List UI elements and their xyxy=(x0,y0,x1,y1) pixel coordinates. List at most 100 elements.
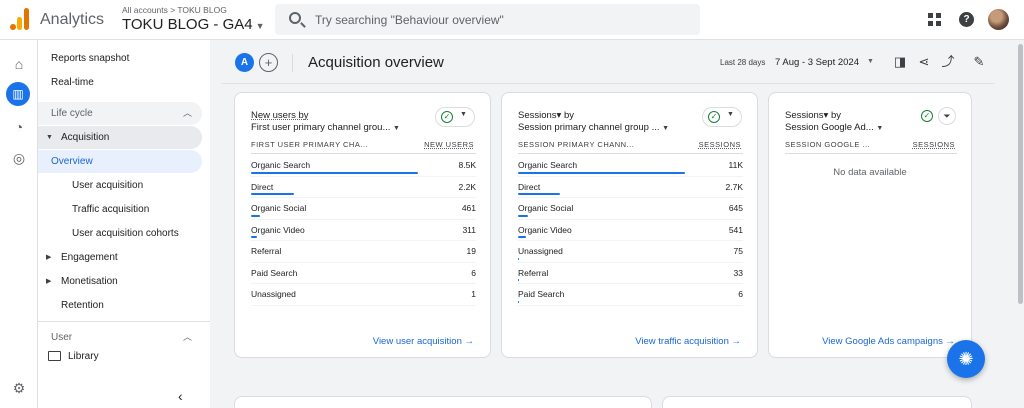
card-metric-selector[interactable]: New users by xyxy=(251,110,309,121)
row-bar xyxy=(518,300,519,303)
row-label: Organic Search xyxy=(251,160,311,170)
insights-assistant-button[interactable]: ✺ xyxy=(947,340,985,378)
card-new-users: New users by First user primary channel … xyxy=(234,92,491,358)
breadcrumb[interactable]: All accounts > TOKU BLOG xyxy=(122,5,227,15)
caret-down-icon[interactable]: ▼ xyxy=(867,58,874,65)
nav-retention[interactable]: Retention xyxy=(38,294,202,317)
table-row[interactable]: Organic Search 11K xyxy=(518,155,743,177)
row-label: Organic Social xyxy=(251,203,307,213)
card-sessions-channel: Sessions▾ by Session primary channel gro… xyxy=(501,92,758,358)
column-header-metric[interactable]: SESSIONS xyxy=(913,140,955,149)
collapse-nav-icon[interactable]: ‹ xyxy=(178,388,183,404)
table-row[interactable]: Referral 19 xyxy=(251,241,476,263)
view-user-acquisition-link[interactable]: View user acquisition → xyxy=(373,336,474,347)
card-status-chip[interactable]: ✓ ▼ xyxy=(435,107,475,127)
row-bar xyxy=(251,236,258,238)
card-status-chip[interactable]: ✓ xyxy=(916,107,936,127)
share-icon[interactable]: ⋖ xyxy=(916,54,932,70)
search-input[interactable] xyxy=(315,11,685,28)
row-label: Organic Search xyxy=(518,160,578,170)
nav-reports-snapshot[interactable]: Reports snapshot xyxy=(38,47,202,70)
search-bar[interactable] xyxy=(275,4,700,35)
nav-library[interactable]: Library xyxy=(38,345,202,368)
nav-engagement[interactable]: ▶ Engagement xyxy=(38,246,202,269)
caret-down-icon: ▼ xyxy=(460,111,467,118)
row-value: 645 xyxy=(728,203,743,213)
filter-icon[interactable]: ⏷ xyxy=(938,107,956,125)
left-rail: ⌂ ▥ ◔ ◎ ⚙ xyxy=(0,40,38,408)
row-bar xyxy=(251,193,295,195)
row-bar xyxy=(518,193,560,195)
view-traffic-acquisition-link[interactable]: View traffic acquisition → xyxy=(635,336,741,347)
table-row[interactable]: Organic Social 461 xyxy=(251,198,476,220)
caret-down-icon: ▼ xyxy=(727,111,734,118)
nav-group-life-cycle[interactable]: Life cycle ︿ xyxy=(38,102,202,125)
table-row[interactable]: Direct 2.7K xyxy=(518,177,744,198)
table-row[interactable]: Organic Video 311 xyxy=(251,220,476,241)
card-metric-selector[interactable]: Sessions▾ by xyxy=(518,110,574,121)
home-icon[interactable]: ⌂ xyxy=(9,54,29,74)
row-label: Unassigned xyxy=(518,246,563,256)
divider xyxy=(292,54,293,72)
card-status-chip[interactable]: ✓ ▼ xyxy=(702,107,742,127)
date-range-picker[interactable]: 7 Aug - 3 Sept 2024 xyxy=(775,57,859,68)
table-row[interactable]: Unassigned 75 xyxy=(518,241,743,263)
nav-divider xyxy=(38,321,210,322)
row-label: Direct xyxy=(518,181,541,192)
column-header-dimension: SESSION GOOGLE ... xyxy=(785,140,871,149)
triangle-right-icon: ▶ xyxy=(46,254,52,261)
card-dimension-selector[interactable]: First user primary channel grou... ▼ xyxy=(251,122,400,133)
advertising-icon[interactable]: ◎ xyxy=(9,148,29,168)
column-header-metric[interactable]: NEW USERS xyxy=(424,140,474,149)
explore-icon[interactable]: ◔ xyxy=(9,117,29,137)
nav-overview[interactable]: Overview xyxy=(38,150,202,173)
row-value: 6 xyxy=(738,289,743,299)
nav-traffic-acquisition[interactable]: Traffic acquisition xyxy=(38,198,202,221)
table-row[interactable]: Paid Search 6 xyxy=(251,263,476,284)
table-row[interactable]: Organic Video 541 xyxy=(518,220,743,241)
caret-down-icon: ▼ xyxy=(255,21,265,31)
analytics-logo-icon[interactable] xyxy=(10,8,30,30)
reports-icon[interactable]: ▥ xyxy=(6,82,30,106)
table-row[interactable]: Direct 2.2K xyxy=(251,177,476,198)
nav-real-time[interactable]: Real-time xyxy=(38,71,202,94)
view-google-ads-campaigns-link[interactable]: View Google Ads campaigns → xyxy=(822,336,955,347)
row-value: 541 xyxy=(728,224,743,235)
row-value: 6 xyxy=(471,267,476,278)
property-selector[interactable]: TOKU BLOG - GA4 ▼ xyxy=(122,16,265,33)
insights-icon[interactable]: ⤴ xyxy=(940,54,956,70)
row-label: Unassigned xyxy=(251,289,296,299)
add-comparison-icon[interactable]: + xyxy=(259,53,278,72)
content-header: A + Acquisition overview Last 28 days 7 … xyxy=(222,44,994,84)
edit-pencil-icon[interactable]: ✎ xyxy=(971,54,987,70)
row-value: 2.7K xyxy=(725,181,744,192)
nav-user-acquisition-cohorts[interactable]: User acquisition cohorts xyxy=(38,222,202,245)
settings-gear-icon[interactable]: ⚙ xyxy=(9,378,29,398)
card-next-left xyxy=(234,396,652,408)
card-dimension-selector[interactable]: Session Google Ad... ▼ xyxy=(785,122,883,133)
row-value: 461 xyxy=(461,203,476,213)
column-header-dimension: FIRST USER PRIMARY CHA... xyxy=(251,140,369,149)
table-row[interactable]: Unassigned 1 xyxy=(251,284,476,306)
triangle-down-icon: ▼ xyxy=(46,134,53,141)
table-row[interactable]: Referral 33 xyxy=(518,263,743,284)
table-row[interactable]: Paid Search 6 xyxy=(518,284,743,306)
table-row[interactable]: Organic Search 8.5K xyxy=(251,155,476,177)
nav-acquisition[interactable]: ▼ Acquisition xyxy=(38,126,202,149)
avatar[interactable] xyxy=(988,9,1009,30)
reports-nav: Reports snapshot Real-time Life cycle ︿ ▼… xyxy=(38,40,210,408)
scrollbar[interactable] xyxy=(1018,44,1023,304)
customize-columns-icon[interactable]: ◨ xyxy=(892,54,908,70)
column-header-metric[interactable]: SESSIONS xyxy=(699,140,741,149)
chevron-up-icon: ︿ xyxy=(182,108,192,118)
apps-grid-icon[interactable] xyxy=(928,13,941,26)
card-metric-selector[interactable]: Sessions▾ by xyxy=(785,110,841,121)
nav-user-acquisition[interactable]: User acquisition xyxy=(38,174,202,197)
row-value: 75 xyxy=(733,246,743,256)
comparison-chip[interactable]: A xyxy=(235,53,254,72)
nav-monetisation[interactable]: ▶ Monetisation xyxy=(38,270,202,293)
table-row[interactable]: Organic Social 645 xyxy=(518,198,743,220)
row-value: 33 xyxy=(733,267,743,278)
help-icon[interactable]: ? xyxy=(959,12,974,27)
card-dimension-selector[interactable]: Session primary channel group ... ▼ xyxy=(518,122,669,133)
